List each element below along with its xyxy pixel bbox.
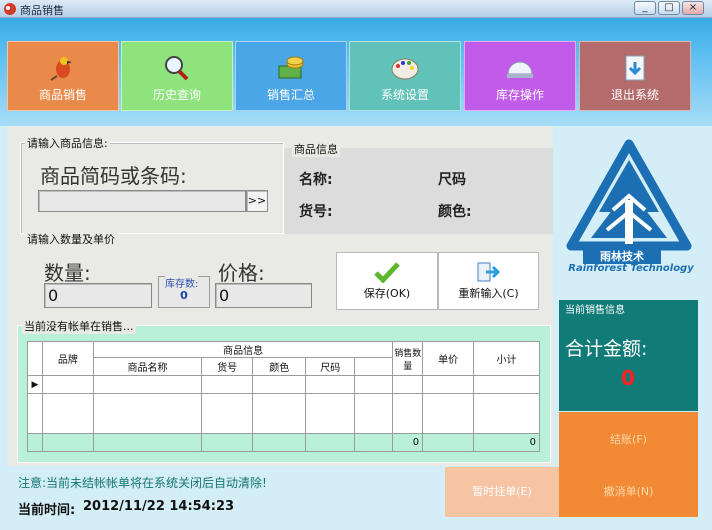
col-brand[interactable]: 品牌 — [41, 341, 94, 376]
code-input-legend: 请输入商品信息: — [25, 135, 110, 151]
menu-band: 商品销售 历史查询 销售汇总 系统设置 库存操作 退出系统 — [0, 18, 712, 126]
nav-stock[interactable]: 库存操作 — [464, 41, 576, 111]
hold-button[interactable]: 暂时挂单(E) — [445, 467, 559, 517]
col-size[interactable]: 尺码 — [305, 357, 356, 376]
minimize-button[interactable]: _ — [634, 1, 656, 15]
reset-button[interactable]: 重新输入(C) — [438, 252, 539, 310]
price-input[interactable]: 0 — [215, 283, 312, 308]
logo-text-en: Rainforest Technology — [568, 263, 694, 274]
nav-settings[interactable]: 系统设置 — [349, 41, 461, 111]
col-qty[interactable]: 销售数量 — [392, 341, 424, 376]
qty-input[interactable]: 0 — [44, 283, 152, 308]
nav-exit[interactable]: 退出系统 — [579, 41, 691, 111]
col-blank — [354, 357, 394, 376]
footer-qty: 0 — [392, 433, 424, 452]
row-indicator: ▶ — [27, 375, 43, 394]
stock-label: 库存数: — [165, 275, 199, 290]
col-color[interactable]: 颜色 — [252, 357, 307, 376]
close-button[interactable]: × — [682, 1, 704, 15]
reset-icon — [477, 262, 500, 282]
footer-subtotal: 0 — [473, 433, 540, 452]
save-label: 保存(OK) — [363, 287, 411, 300]
code-prompt: 商品简码或条码: — [40, 164, 187, 188]
logo-text-cn: 雨林技术 — [583, 248, 661, 264]
product-info-box — [284, 148, 553, 234]
stock-value: 0 — [180, 289, 188, 302]
stock-box: 库存数: 0 — [158, 275, 210, 308]
time-value: 2012/11/22 14:54:23 — [83, 499, 235, 514]
col-product-info: 商品信息 — [92, 341, 394, 358]
exit-icon — [625, 55, 645, 81]
checkout-button[interactable]: 结账(F) — [559, 412, 698, 467]
time-label: 当前时间: — [18, 503, 76, 518]
table-footer: 0 0 — [27, 433, 540, 452]
qty-label: 数量: — [44, 261, 91, 285]
title-bar: 商品销售 _ □ × — [0, 0, 712, 18]
table-row[interactable]: ▶ — [27, 375, 540, 394]
col-product-name[interactable]: 商品名称 — [92, 357, 203, 376]
browse-button[interactable]: >> — [246, 190, 268, 212]
maximize-button[interactable]: □ — [658, 1, 680, 15]
table-empty-area — [27, 393, 540, 434]
bird-icon — [50, 57, 72, 81]
window-title: 商品销售 — [20, 4, 64, 17]
nav-summary[interactable]: 销售汇总 — [235, 41, 347, 111]
reset-label: 重新输入(C) — [458, 287, 519, 300]
bill-table: 品牌 商品信息 销售数量 单价 小计 商品名称 货号 颜色 尺码 ▶ 0 0 — [27, 341, 540, 452]
bill-legend: 当前没有帐单在销售... — [22, 318, 136, 334]
code-input[interactable] — [38, 190, 246, 212]
nav-label: 退出系统 — [610, 88, 659, 102]
qty-legend: 请输入数量及单价 — [25, 231, 117, 247]
total-label: 合计金额: — [565, 338, 648, 360]
palette-icon — [391, 58, 419, 80]
magnifier-icon — [165, 56, 189, 81]
nav-label: 历史查询 — [152, 88, 201, 102]
item-no-label: 货号: — [299, 204, 333, 220]
product-info-legend: 商品信息 — [292, 141, 340, 157]
cancel-bill-button[interactable]: 撤消单(N) — [559, 467, 698, 517]
price-label: 价格: — [218, 261, 265, 285]
nav-label: 库存操作 — [495, 88, 544, 102]
nav-label: 系统设置 — [380, 88, 429, 102]
col-subtotal[interactable]: 小计 — [473, 341, 540, 376]
nav-history[interactable]: 历史查询 — [121, 41, 233, 111]
notice-text: 注意:当前未结帐帐单将在系统关闭后自动清除! — [18, 476, 267, 490]
color-label: 颜色: — [438, 204, 472, 220]
save-button[interactable]: 保存(OK) — [336, 252, 438, 310]
nav-sales[interactable]: 商品销售 — [7, 41, 119, 111]
checkmark-icon — [374, 262, 400, 283]
row-header-corner — [27, 341, 43, 376]
app-icon — [4, 3, 16, 15]
col-item-no[interactable]: 货号 — [201, 357, 254, 376]
nav-label: 商品销售 — [38, 88, 87, 102]
logo: 雨林技术 Rainforest Technology — [561, 138, 697, 288]
money-icon — [278, 56, 304, 79]
current-sales-legend: 当前销售信息 — [565, 305, 625, 316]
name-label: 名称: — [299, 172, 333, 188]
nav-label: 销售汇总 — [266, 88, 315, 102]
globe-icon — [507, 61, 533, 78]
col-unit-price[interactable]: 单价 — [422, 341, 475, 376]
size-label: 尺码 — [438, 172, 466, 188]
current-sales-box: 当前销售信息 合计金额: 0 — [559, 300, 698, 411]
total-value: 0 — [621, 366, 635, 390]
